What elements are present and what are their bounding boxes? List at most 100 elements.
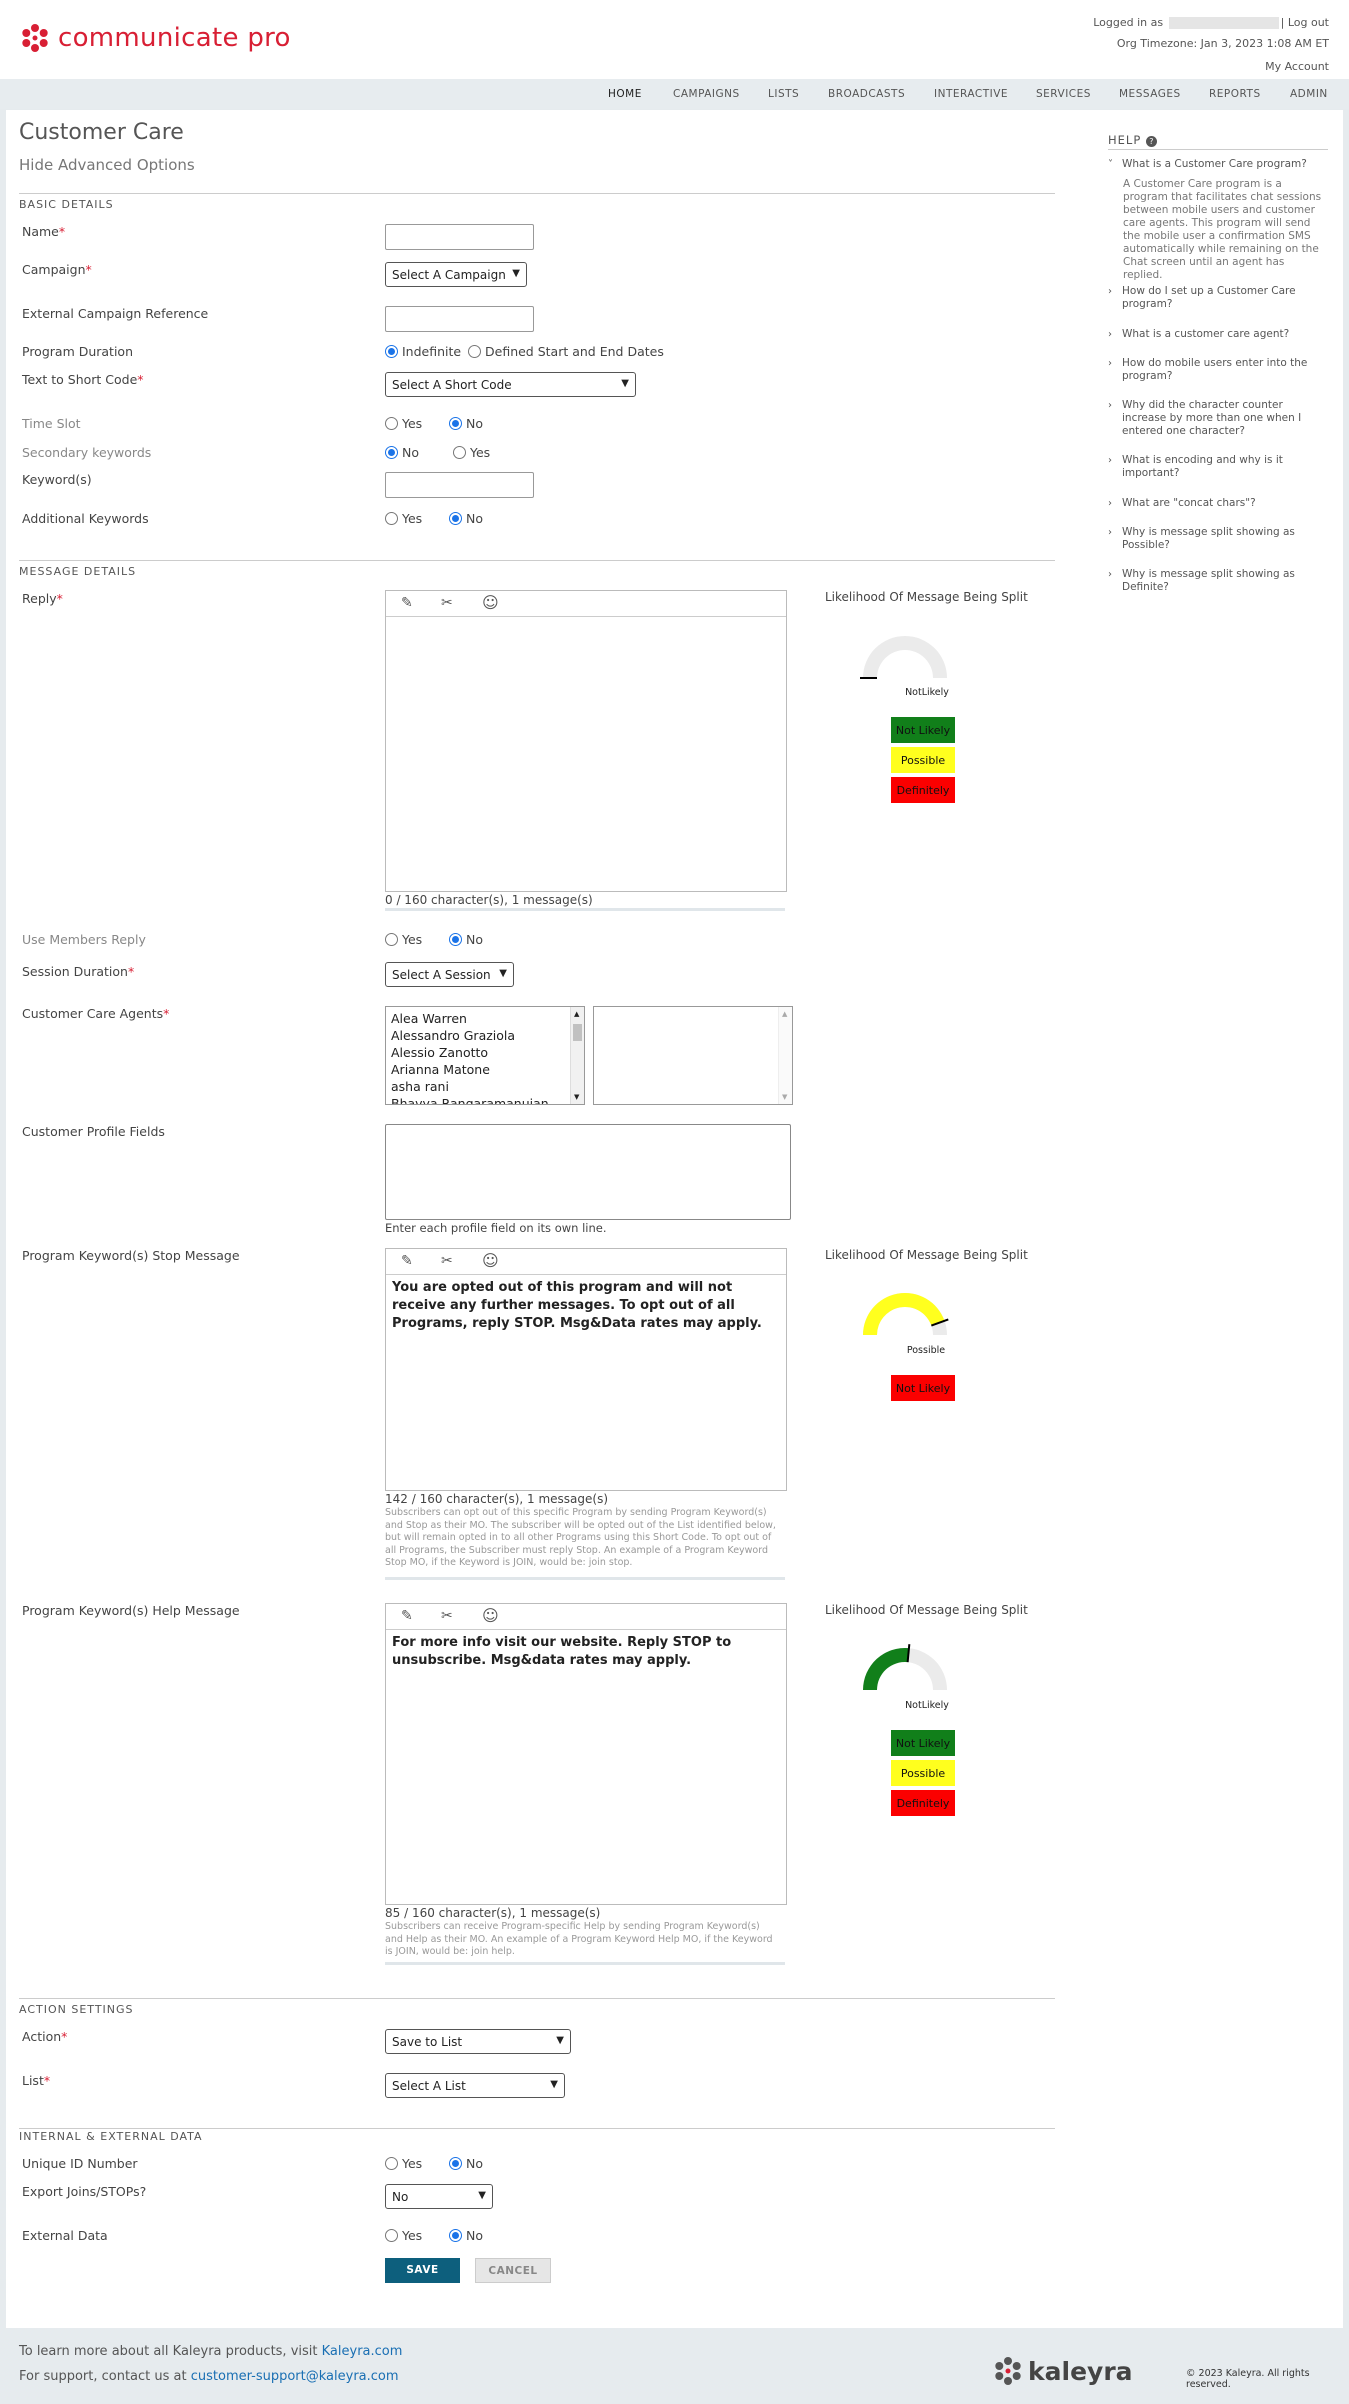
use-members-yes-radio[interactable]: Yes <box>385 932 422 947</box>
scrollbar[interactable]: ▲ ▼ <box>778 1007 792 1104</box>
export-joins-select[interactable]: No ▼ <box>385 2184 493 2209</box>
nav-interactive[interactable]: INTERACTIVE <box>934 88 1008 100</box>
kaleyra-link[interactable]: Kaleyra.com <box>322 2344 403 2359</box>
not-likely-legend: Not Likely <box>890 716 956 744</box>
nav-lists[interactable]: LISTS <box>768 88 799 100</box>
session-select[interactable]: Select A Session ▼ <box>385 962 514 987</box>
save-button[interactable]: SAVE <box>385 2258 460 2283</box>
external-no-radio[interactable]: No <box>449 2228 483 2243</box>
help-q-enter[interactable]: › How do mobile users enter into the prog… <box>1108 357 1318 383</box>
org-timezone: Org Timezone: Jan 3, 2023 1:08 AM ET <box>1116 37 1329 50</box>
duration-indefinite-radio[interactable]: Indefinite <box>385 344 461 359</box>
login-info: Logged in as | Log out <box>1093 16 1329 29</box>
keywords-label: Keyword(s) <box>22 472 92 487</box>
chevron-down-icon: ▼ <box>512 268 520 279</box>
unique-id-no-radio[interactable]: No <box>449 2156 483 2171</box>
list-select[interactable]: Select A List ▼ <box>385 2073 565 2098</box>
help-q-encoding[interactable]: › What is encoding and why is it importan… <box>1108 454 1318 480</box>
nav-services[interactable]: SERVICES <box>1036 88 1091 100</box>
nav-campaigns[interactable]: CAMPAIGNS <box>673 88 740 100</box>
reply-editor[interactable]: ✎ ✂ ☺ <box>385 590 787 892</box>
name-label: Name* <box>22 224 66 239</box>
emoji-icon[interactable]: ☺ <box>482 593 499 612</box>
hide-advanced-options-link[interactable]: Hide Advanced Options <box>19 156 195 174</box>
list-item[interactable]: Arianna Matone <box>391 1061 579 1078</box>
pencil-icon[interactable]: ✎ <box>401 1608 413 1624</box>
keywords-input[interactable] <box>385 472 534 498</box>
nav-admin[interactable]: ADMIN <box>1290 88 1328 100</box>
nav-broadcasts[interactable]: BROADCASTS <box>828 88 905 100</box>
logout-link[interactable]: Log out <box>1288 16 1329 29</box>
not-likely-legend: Not Likely <box>890 1729 956 1757</box>
list-item[interactable]: Bhavya Rangaramanujan <box>391 1095 579 1104</box>
campaign-select[interactable]: Select A Campaign ▼ <box>385 262 527 287</box>
agents-selected-list[interactable]: ▲ ▼ <box>593 1006 793 1105</box>
help-q-definite[interactable]: › Why is message split showing as Definit… <box>1108 568 1318 594</box>
scissors-icon[interactable]: ✂ <box>441 595 453 611</box>
help-message-text: For more info visit our website. Reply S… <box>392 1635 732 1668</box>
unique-id-yes-radio[interactable]: Yes <box>385 2156 422 2171</box>
use-members-no-radio[interactable]: No <box>449 932 483 947</box>
help-q-agent[interactable]: › What is a customer care agent? <box>1108 328 1318 341</box>
scroll-up-icon: ▲ <box>574 1010 580 1018</box>
list-item[interactable]: Alessandro Graziola <box>391 1027 579 1044</box>
secondary-no-radio[interactable]: No <box>385 445 419 460</box>
definitely-legend: Definitely <box>890 1789 956 1817</box>
action-select[interactable]: Save to List ▼ <box>385 2029 571 2054</box>
help-q-customer-care[interactable]: ˅ What is a Customer Care program? <box>1108 158 1318 171</box>
agents-available-list[interactable]: Alea Warren Alessandro Graziola Alessio … <box>385 1006 585 1105</box>
stop-message-text: You are opted out of this program and wi… <box>392 1280 762 1331</box>
customer-profile-fields-textarea[interactable] <box>385 1124 791 1220</box>
duration-defined-radio[interactable]: Defined Start and End Dates <box>468 344 664 359</box>
name-input[interactable] <box>385 224 534 250</box>
help-q-setup[interactable]: › How do I set up a Customer Care program… <box>1108 285 1318 311</box>
list-item[interactable]: asha rani <box>391 1078 579 1095</box>
scroll-down-icon: ▼ <box>574 1093 580 1101</box>
brand-logo[interactable]: communicate pro <box>20 21 291 55</box>
use-members-reply-label: Use Members Reply <box>22 932 146 947</box>
editor-toolbar: ✎ ✂ ☺ <box>386 591 786 617</box>
nav-home[interactable]: HOME <box>608 88 642 100</box>
kaleyra-flower-icon <box>995 2357 1021 2385</box>
scroll-down-icon: ▼ <box>782 1093 788 1101</box>
nav-reports[interactable]: REPORTS <box>1209 88 1261 100</box>
reply-gauge-text: NotLikely <box>905 687 949 698</box>
support-email-link[interactable]: customer-support@kaleyra.com <box>191 2369 399 2384</box>
list-item[interactable]: Alea Warren <box>391 1010 579 1027</box>
stop-message-editor[interactable]: ✎ ✂ ☺ You are opted out of this program … <box>385 1248 787 1491</box>
my-account-link[interactable]: My Account <box>1265 60 1329 73</box>
stop-char-counter: 142 / 160 character(s), 1 message(s) <box>385 1492 608 1506</box>
time-slot-yes-radio[interactable]: Yes <box>385 416 422 431</box>
help-q-concat[interactable]: › What are "concat chars"? <box>1108 497 1318 510</box>
help-q-counter[interactable]: › Why did the character counter increase … <box>1108 399 1318 438</box>
nav-messages[interactable]: MESSAGES <box>1119 88 1181 100</box>
editor-toolbar: ✎ ✂ ☺ <box>386 1604 786 1630</box>
chevron-right-icon: › <box>1108 329 1112 340</box>
stop-split-gauge <box>863 1293 949 1335</box>
pencil-icon[interactable]: ✎ <box>401 595 413 611</box>
pencil-icon[interactable]: ✎ <box>401 1253 413 1269</box>
cancel-button[interactable]: CANCEL <box>475 2258 551 2283</box>
external-yes-radio[interactable]: Yes <box>385 2228 422 2243</box>
scroll-up-icon: ▲ <box>782 1010 788 1018</box>
scissors-icon[interactable]: ✂ <box>441 1608 453 1624</box>
chevron-down-icon: ▼ <box>478 2190 486 2201</box>
question-circle-icon: ? <box>1145 136 1157 147</box>
time-slot-no-radio[interactable]: No <box>449 416 483 431</box>
additional-yes-radio[interactable]: Yes <box>385 511 422 526</box>
external-campaign-reference-input[interactable] <box>385 306 534 332</box>
reply-split-likelihood-label: Likelihood Of Message Being Split <box>825 590 1028 604</box>
scrollbar[interactable]: ▲ ▼ <box>570 1007 584 1104</box>
reply-split-gauge <box>860 636 947 679</box>
short-code-select[interactable]: Select A Short Code ▼ <box>385 372 636 397</box>
emoji-icon[interactable]: ☺ <box>482 1606 499 1625</box>
help-message-editor[interactable]: ✎ ✂ ☺ For more info visit our website. R… <box>385 1603 787 1905</box>
emoji-icon[interactable]: ☺ <box>482 1251 499 1270</box>
help-q-possible[interactable]: › Why is message split showing as Possibl… <box>1108 526 1318 552</box>
additional-no-radio[interactable]: No <box>449 511 483 526</box>
scissors-icon[interactable]: ✂ <box>441 1253 453 1269</box>
secondary-yes-radio[interactable]: Yes <box>453 445 490 460</box>
kaleyra-wordmark: kaleyra <box>1028 2356 1133 2386</box>
scroll-thumb[interactable] <box>573 1024 582 1041</box>
list-item[interactable]: Alessio Zanotto <box>391 1044 579 1061</box>
